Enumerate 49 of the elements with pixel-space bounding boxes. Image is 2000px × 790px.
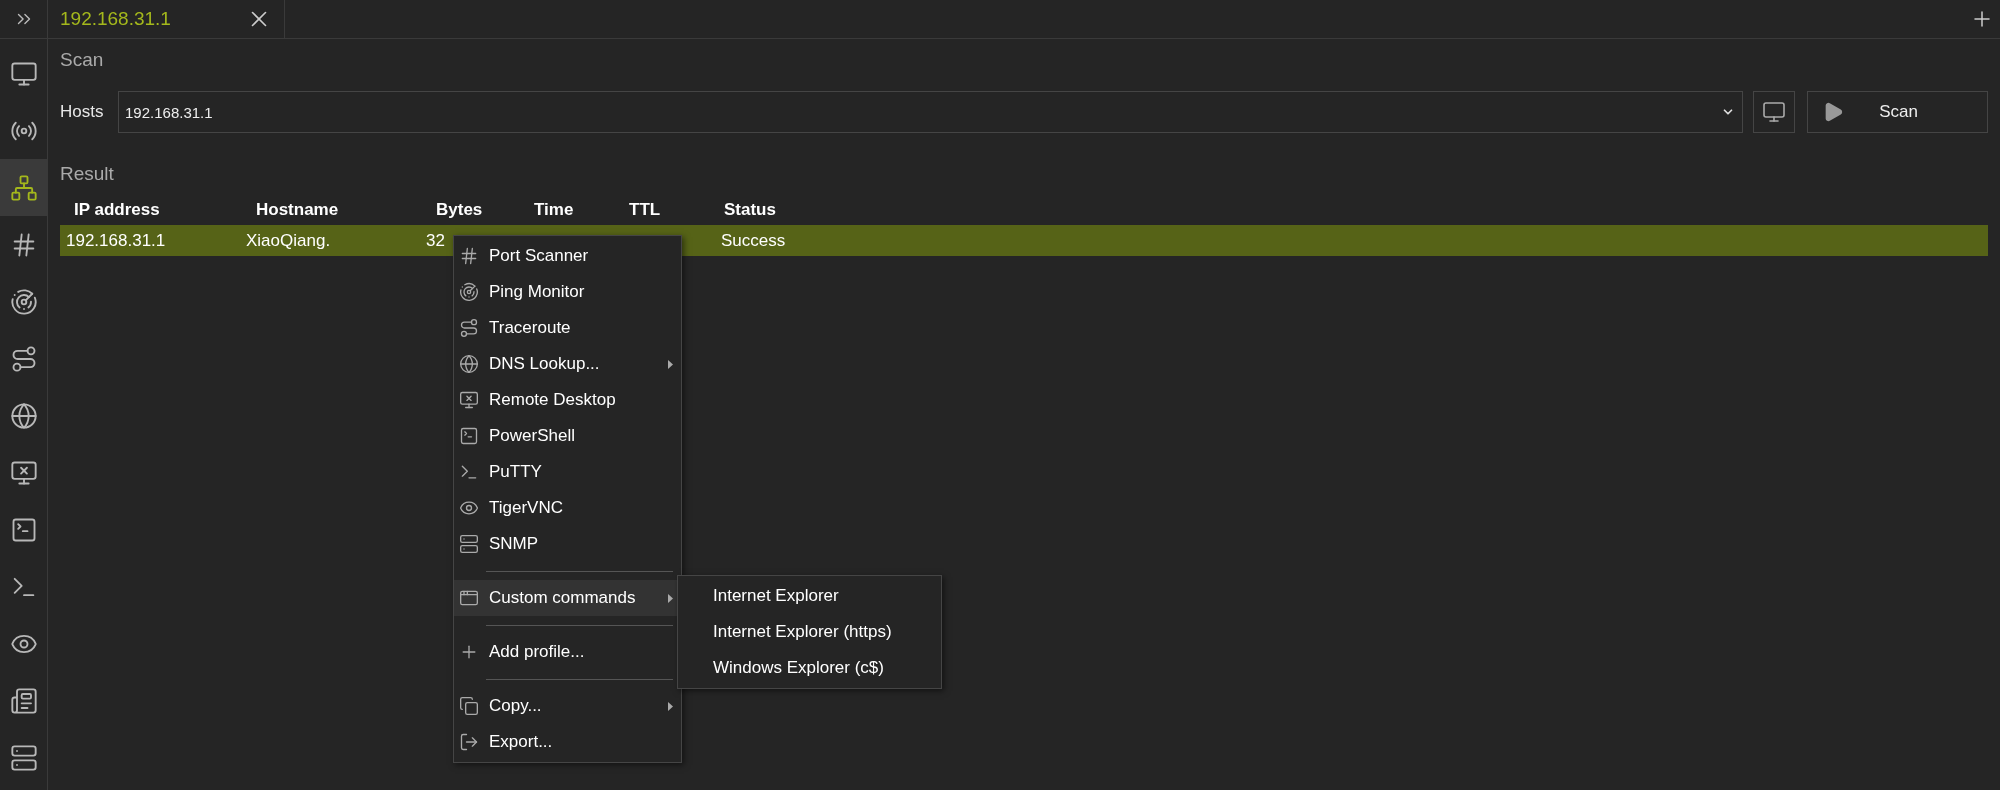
menu-item[interactable]: PowerShell	[454, 418, 681, 454]
server-icon	[459, 534, 479, 554]
menu-item[interactable]: Internet Explorer	[678, 578, 941, 614]
menu-item[interactable]: DNS Lookup...	[454, 346, 681, 382]
menu-item[interactable]: SNMP	[454, 526, 681, 562]
menu-item[interactable]: Windows Explorer (c$)	[678, 650, 941, 686]
terminal-icon	[459, 426, 479, 446]
terminal-prompt-icon	[459, 462, 479, 482]
hosts-field[interactable]: 192.168.31.1	[118, 91, 1743, 133]
column-header[interactable]: TTL	[629, 197, 724, 223]
monitor-icon	[1762, 100, 1786, 124]
info-card-icon	[9, 686, 38, 715]
menu-item[interactable]: Remote Desktop	[454, 382, 681, 418]
radar-icon	[459, 282, 479, 302]
menu-item[interactable]: PuTTY	[454, 454, 681, 490]
table-cell: 192.168.31.1	[66, 230, 166, 250]
scan-button[interactable]: Scan	[1807, 91, 1988, 133]
tab[interactable]: 192.168.31.1	[48, 0, 285, 38]
hosts-label: Hosts	[60, 101, 105, 124]
menu-item[interactable]: Ping Monitor	[454, 274, 681, 310]
column-header[interactable]: Hostname	[256, 197, 436, 223]
menu-item[interactable]: Internet Explorer (https)	[678, 614, 941, 650]
hash-icon	[459, 246, 479, 266]
radar-icon	[9, 287, 38, 316]
network-icon	[9, 173, 38, 202]
window-icon	[459, 588, 479, 608]
section-heading: Scan	[60, 47, 105, 72]
table-cell: Success	[721, 230, 786, 250]
server-icon	[9, 743, 38, 772]
globe-icon	[459, 354, 479, 374]
section-heading: Result	[60, 161, 115, 186]
network-host-button[interactable]	[1753, 91, 1795, 133]
column-header[interactable]: IP address	[74, 197, 256, 223]
export-icon	[459, 732, 479, 752]
monitor-icon	[459, 390, 479, 410]
menu-item[interactable]: Traceroute	[454, 310, 681, 346]
route-icon	[459, 318, 479, 338]
table-cell: XiaoQiang.	[246, 230, 331, 250]
menu-item[interactable]: Export...	[454, 724, 681, 760]
menu-item[interactable]: Add profile...	[454, 634, 681, 670]
column-header[interactable]: Bytes	[436, 197, 534, 223]
menu-item[interactable]: TigerVNC	[454, 490, 681, 526]
column-header[interactable]: Time	[534, 197, 629, 223]
table-cell: 32	[426, 230, 445, 250]
sidebar-item[interactable]	[0, 159, 47, 216]
menu-item[interactable]: Copy...	[454, 688, 681, 724]
globe-icon	[9, 401, 38, 430]
copy-icon	[459, 696, 479, 716]
column-header[interactable]: Status	[724, 197, 924, 223]
